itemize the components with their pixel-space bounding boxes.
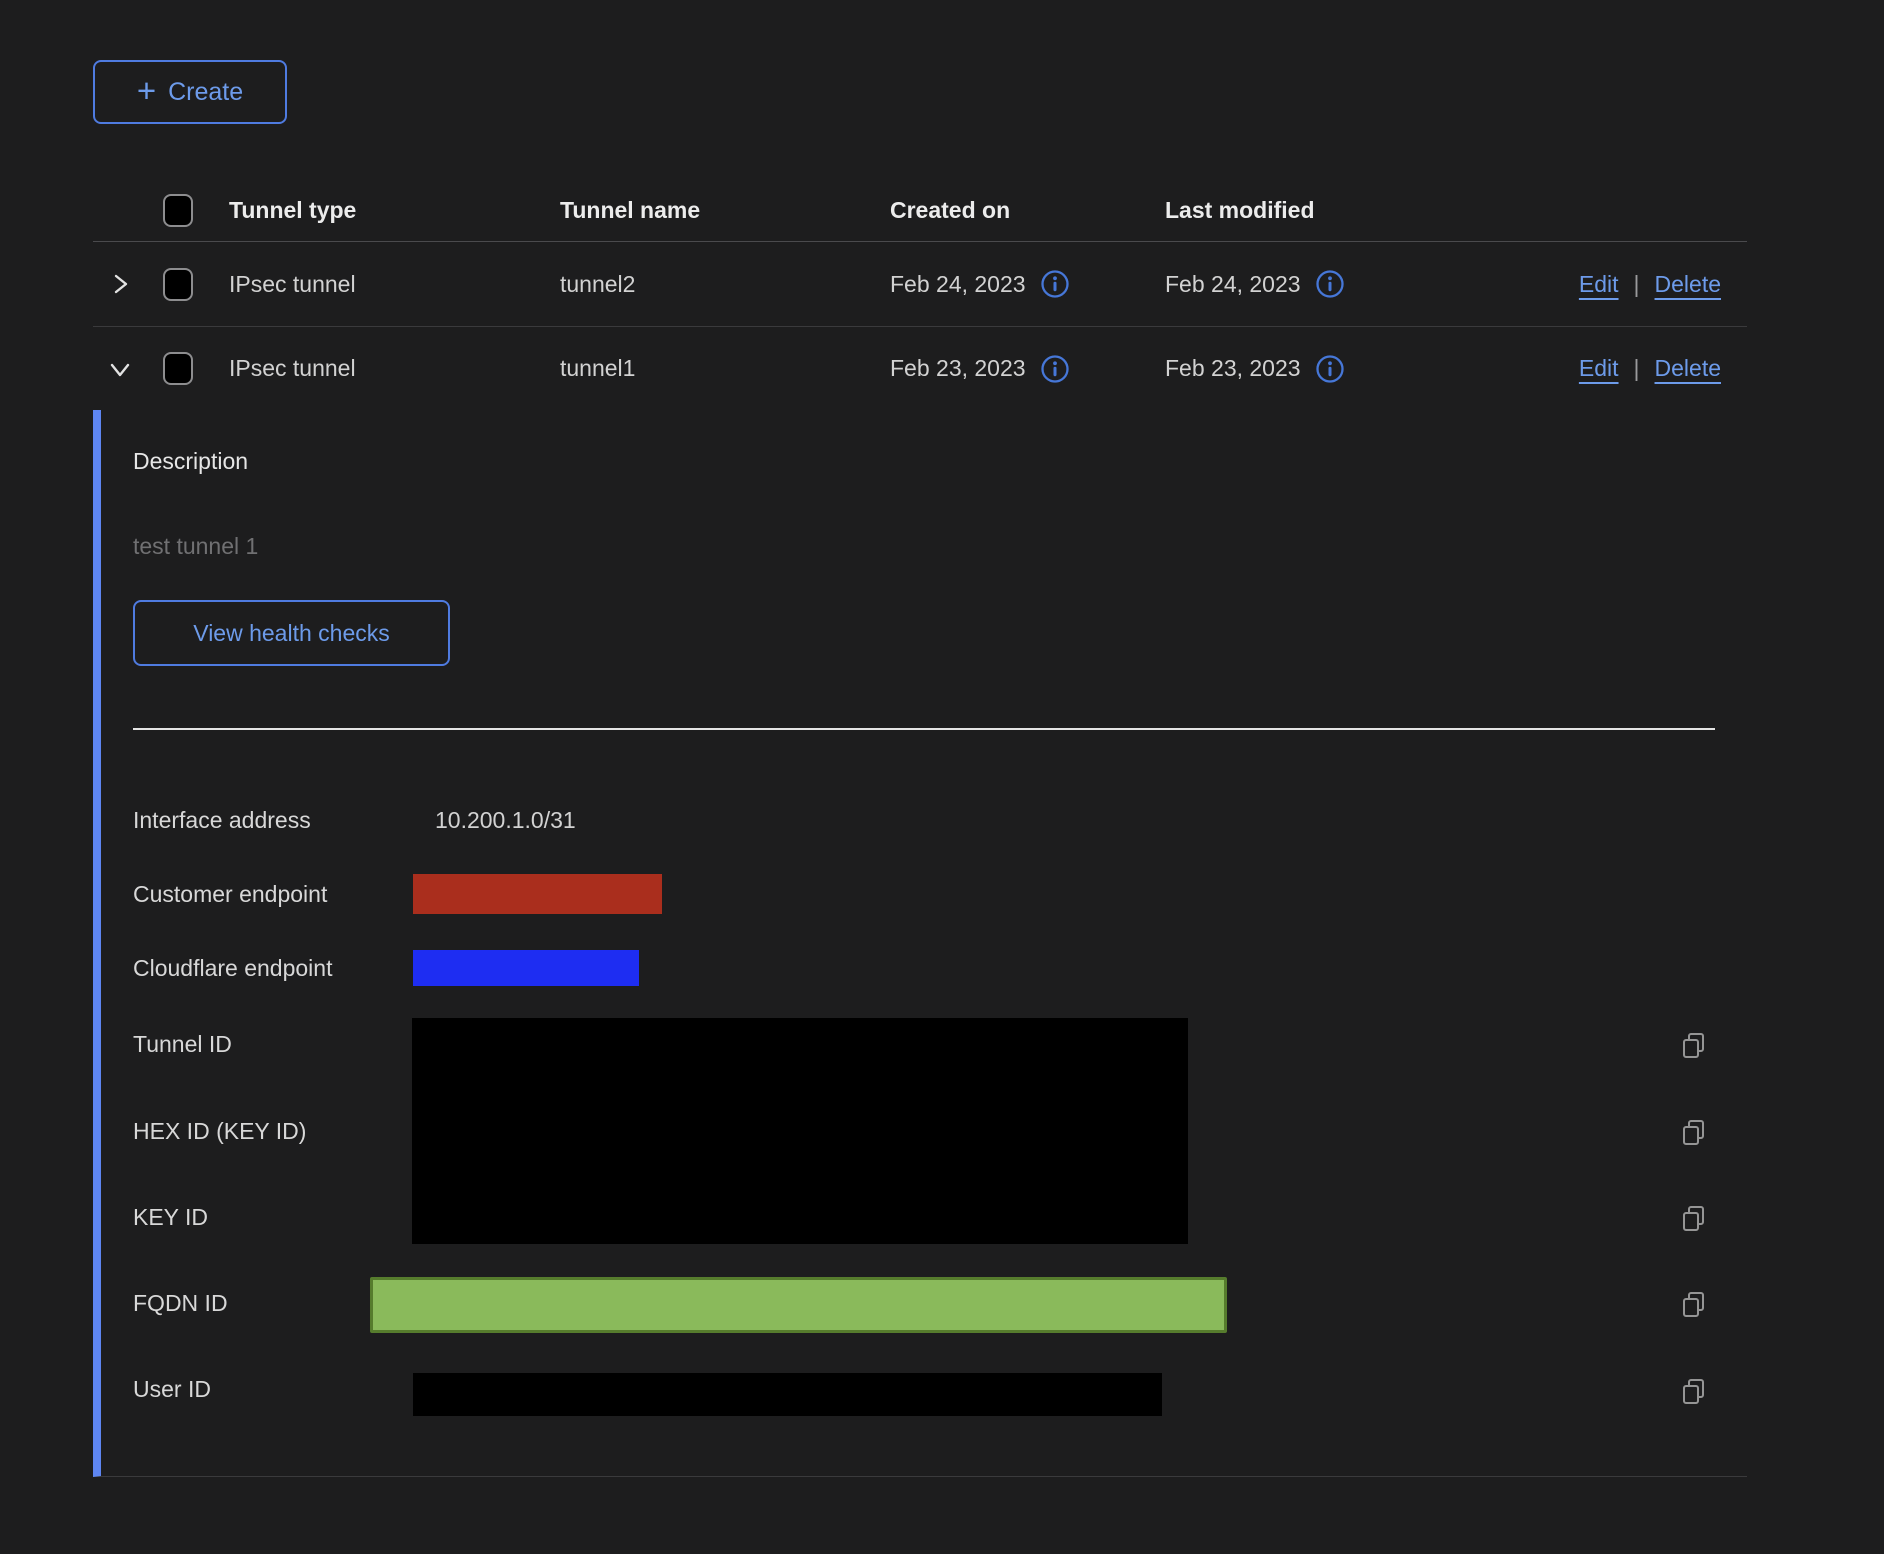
info-icon[interactable] <box>1315 354 1345 384</box>
table-row: IPsec tunnel tunnel2 Feb 24, 2023 Feb 24… <box>93 242 1747 327</box>
select-all-checkbox[interactable] <box>163 194 193 227</box>
copy-icon <box>1680 1377 1708 1405</box>
create-button-label: Create <box>168 78 243 107</box>
created-on-cell: Feb 24, 2023 <box>890 271 1026 298</box>
cloudflare-endpoint-label: Cloudflare endpoint <box>133 954 332 982</box>
info-icon[interactable] <box>1040 269 1070 299</box>
row-checkbox[interactable] <box>163 268 193 301</box>
tunnel-detail-panel: Description test tunnel 1 View health ch… <box>93 410 1747 1477</box>
plus-icon: + <box>137 74 156 107</box>
action-separator: | <box>1634 355 1640 382</box>
tunnel-type-cell: IPsec tunnel <box>205 271 536 298</box>
customer-endpoint-redacted-value <box>413 874 662 914</box>
col-header-tunnel-type: Tunnel type <box>205 197 536 224</box>
col-header-created-on: Created on <box>866 197 1141 224</box>
interface-address-label: Interface address <box>133 806 311 834</box>
action-separator: | <box>1634 271 1640 298</box>
chevron-right-icon[interactable] <box>107 271 133 297</box>
delete-link[interactable]: Delete <box>1655 355 1721 382</box>
copy-hex-id-button[interactable] <box>1680 1118 1708 1146</box>
info-icon[interactable] <box>1040 354 1070 384</box>
fqdn-id-redacted-value <box>370 1277 1227 1333</box>
section-divider <box>133 728 1715 730</box>
view-health-checks-label: View health checks <box>193 620 389 647</box>
last-modified-cell: Feb 24, 2023 <box>1165 271 1301 298</box>
create-button[interactable]: + Create <box>93 60 287 124</box>
table-row: IPsec tunnel tunnel1 Feb 23, 2023 Feb 23… <box>93 327 1747 410</box>
user-id-label: User ID <box>133 1375 211 1403</box>
tunnel-name-cell: tunnel1 <box>536 355 866 382</box>
row-checkbox[interactable] <box>163 352 193 385</box>
delete-link[interactable]: Delete <box>1655 271 1721 298</box>
copy-fqdn-id-button[interactable] <box>1680 1290 1708 1318</box>
description-value: test tunnel 1 <box>133 532 258 560</box>
edit-link[interactable]: Edit <box>1579 355 1619 382</box>
created-on-cell: Feb 23, 2023 <box>890 355 1026 382</box>
tunnels-page: + Create Tunnel type Tunnel name Created… <box>0 0 1884 1554</box>
col-header-last-modified: Last modified <box>1141 197 1431 224</box>
copy-tunnel-id-button[interactable] <box>1680 1031 1708 1059</box>
copy-icon <box>1680 1204 1708 1232</box>
view-health-checks-button[interactable]: View health checks <box>133 600 450 666</box>
hex-id-label: HEX ID (KEY ID) <box>133 1117 306 1145</box>
chevron-down-icon[interactable] <box>107 356 133 382</box>
fqdn-id-label: FQDN ID <box>133 1289 228 1317</box>
user-id-redacted-value <box>413 1373 1162 1416</box>
key-id-label: KEY ID <box>133 1203 208 1231</box>
copy-key-id-button[interactable] <box>1680 1204 1708 1232</box>
tunnel-hex-key-id-redacted-value <box>412 1018 1188 1244</box>
cloudflare-endpoint-redacted-value <box>413 950 639 986</box>
description-label: Description <box>133 447 248 475</box>
info-icon[interactable] <box>1315 269 1345 299</box>
tunnel-type-cell: IPsec tunnel <box>205 355 536 382</box>
copy-icon <box>1680 1290 1708 1318</box>
col-header-tunnel-name: Tunnel name <box>536 197 866 224</box>
customer-endpoint-label: Customer endpoint <box>133 880 327 908</box>
interface-address-value: 10.200.1.0/31 <box>435 806 576 834</box>
copy-user-id-button[interactable] <box>1680 1377 1708 1405</box>
copy-icon <box>1680 1118 1708 1146</box>
copy-icon <box>1680 1031 1708 1059</box>
tunnel-id-label: Tunnel ID <box>133 1030 232 1058</box>
table-header: Tunnel type Tunnel name Created on Last … <box>93 180 1747 242</box>
edit-link[interactable]: Edit <box>1579 271 1619 298</box>
tunnel-name-cell: tunnel2 <box>536 271 866 298</box>
last-modified-cell: Feb 23, 2023 <box>1165 355 1301 382</box>
